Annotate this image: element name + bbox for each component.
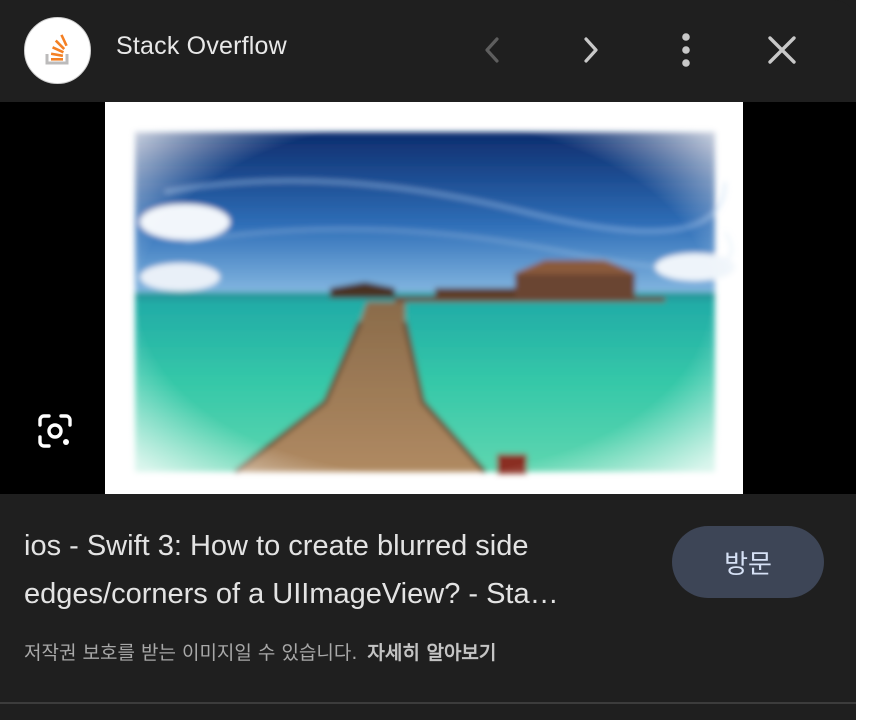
more-options-button[interactable] [662, 26, 710, 74]
visit-button[interactable]: 방문 [672, 526, 824, 598]
result-title-line-2[interactable]: edges/corners of a UIImageView? - Sta… [24, 570, 644, 618]
more-vert-icon [682, 33, 690, 67]
divider [0, 702, 856, 704]
close-button[interactable] [758, 26, 806, 74]
previous-button[interactable] [469, 26, 517, 74]
preview-header: Stack Overflow [0, 0, 856, 102]
site-name[interactable]: Stack Overflow [116, 32, 287, 61]
image-viewer [0, 102, 856, 494]
copyright-text: 저작권 보호를 받는 이미지일 수 있습니다. [24, 642, 358, 664]
close-icon [768, 36, 796, 64]
result-title[interactable]: ios - Swift 3: How to create blurred sid… [24, 522, 644, 618]
preview-image[interactable] [105, 102, 743, 494]
google-lens-icon [38, 414, 72, 448]
result-title-line-1[interactable]: ios - Swift 3: How to create blurred sid… [24, 522, 644, 570]
copyright-notice: 저작권 보호를 받는 이미지일 수 있습니다. 자세히 알아보기 [24, 638, 496, 665]
chevron-right-icon [584, 37, 598, 63]
lens-search-button[interactable] [33, 409, 77, 453]
image-preview-panel: Stack Overflow ios - Swift 3: How to cre… [0, 0, 856, 720]
page-edge [856, 0, 874, 720]
next-button[interactable] [566, 26, 614, 74]
learn-more-link[interactable]: 자세히 알아보기 [367, 642, 496, 664]
stackoverflow-logo-icon[interactable] [24, 17, 91, 84]
chevron-left-icon [485, 37, 499, 63]
